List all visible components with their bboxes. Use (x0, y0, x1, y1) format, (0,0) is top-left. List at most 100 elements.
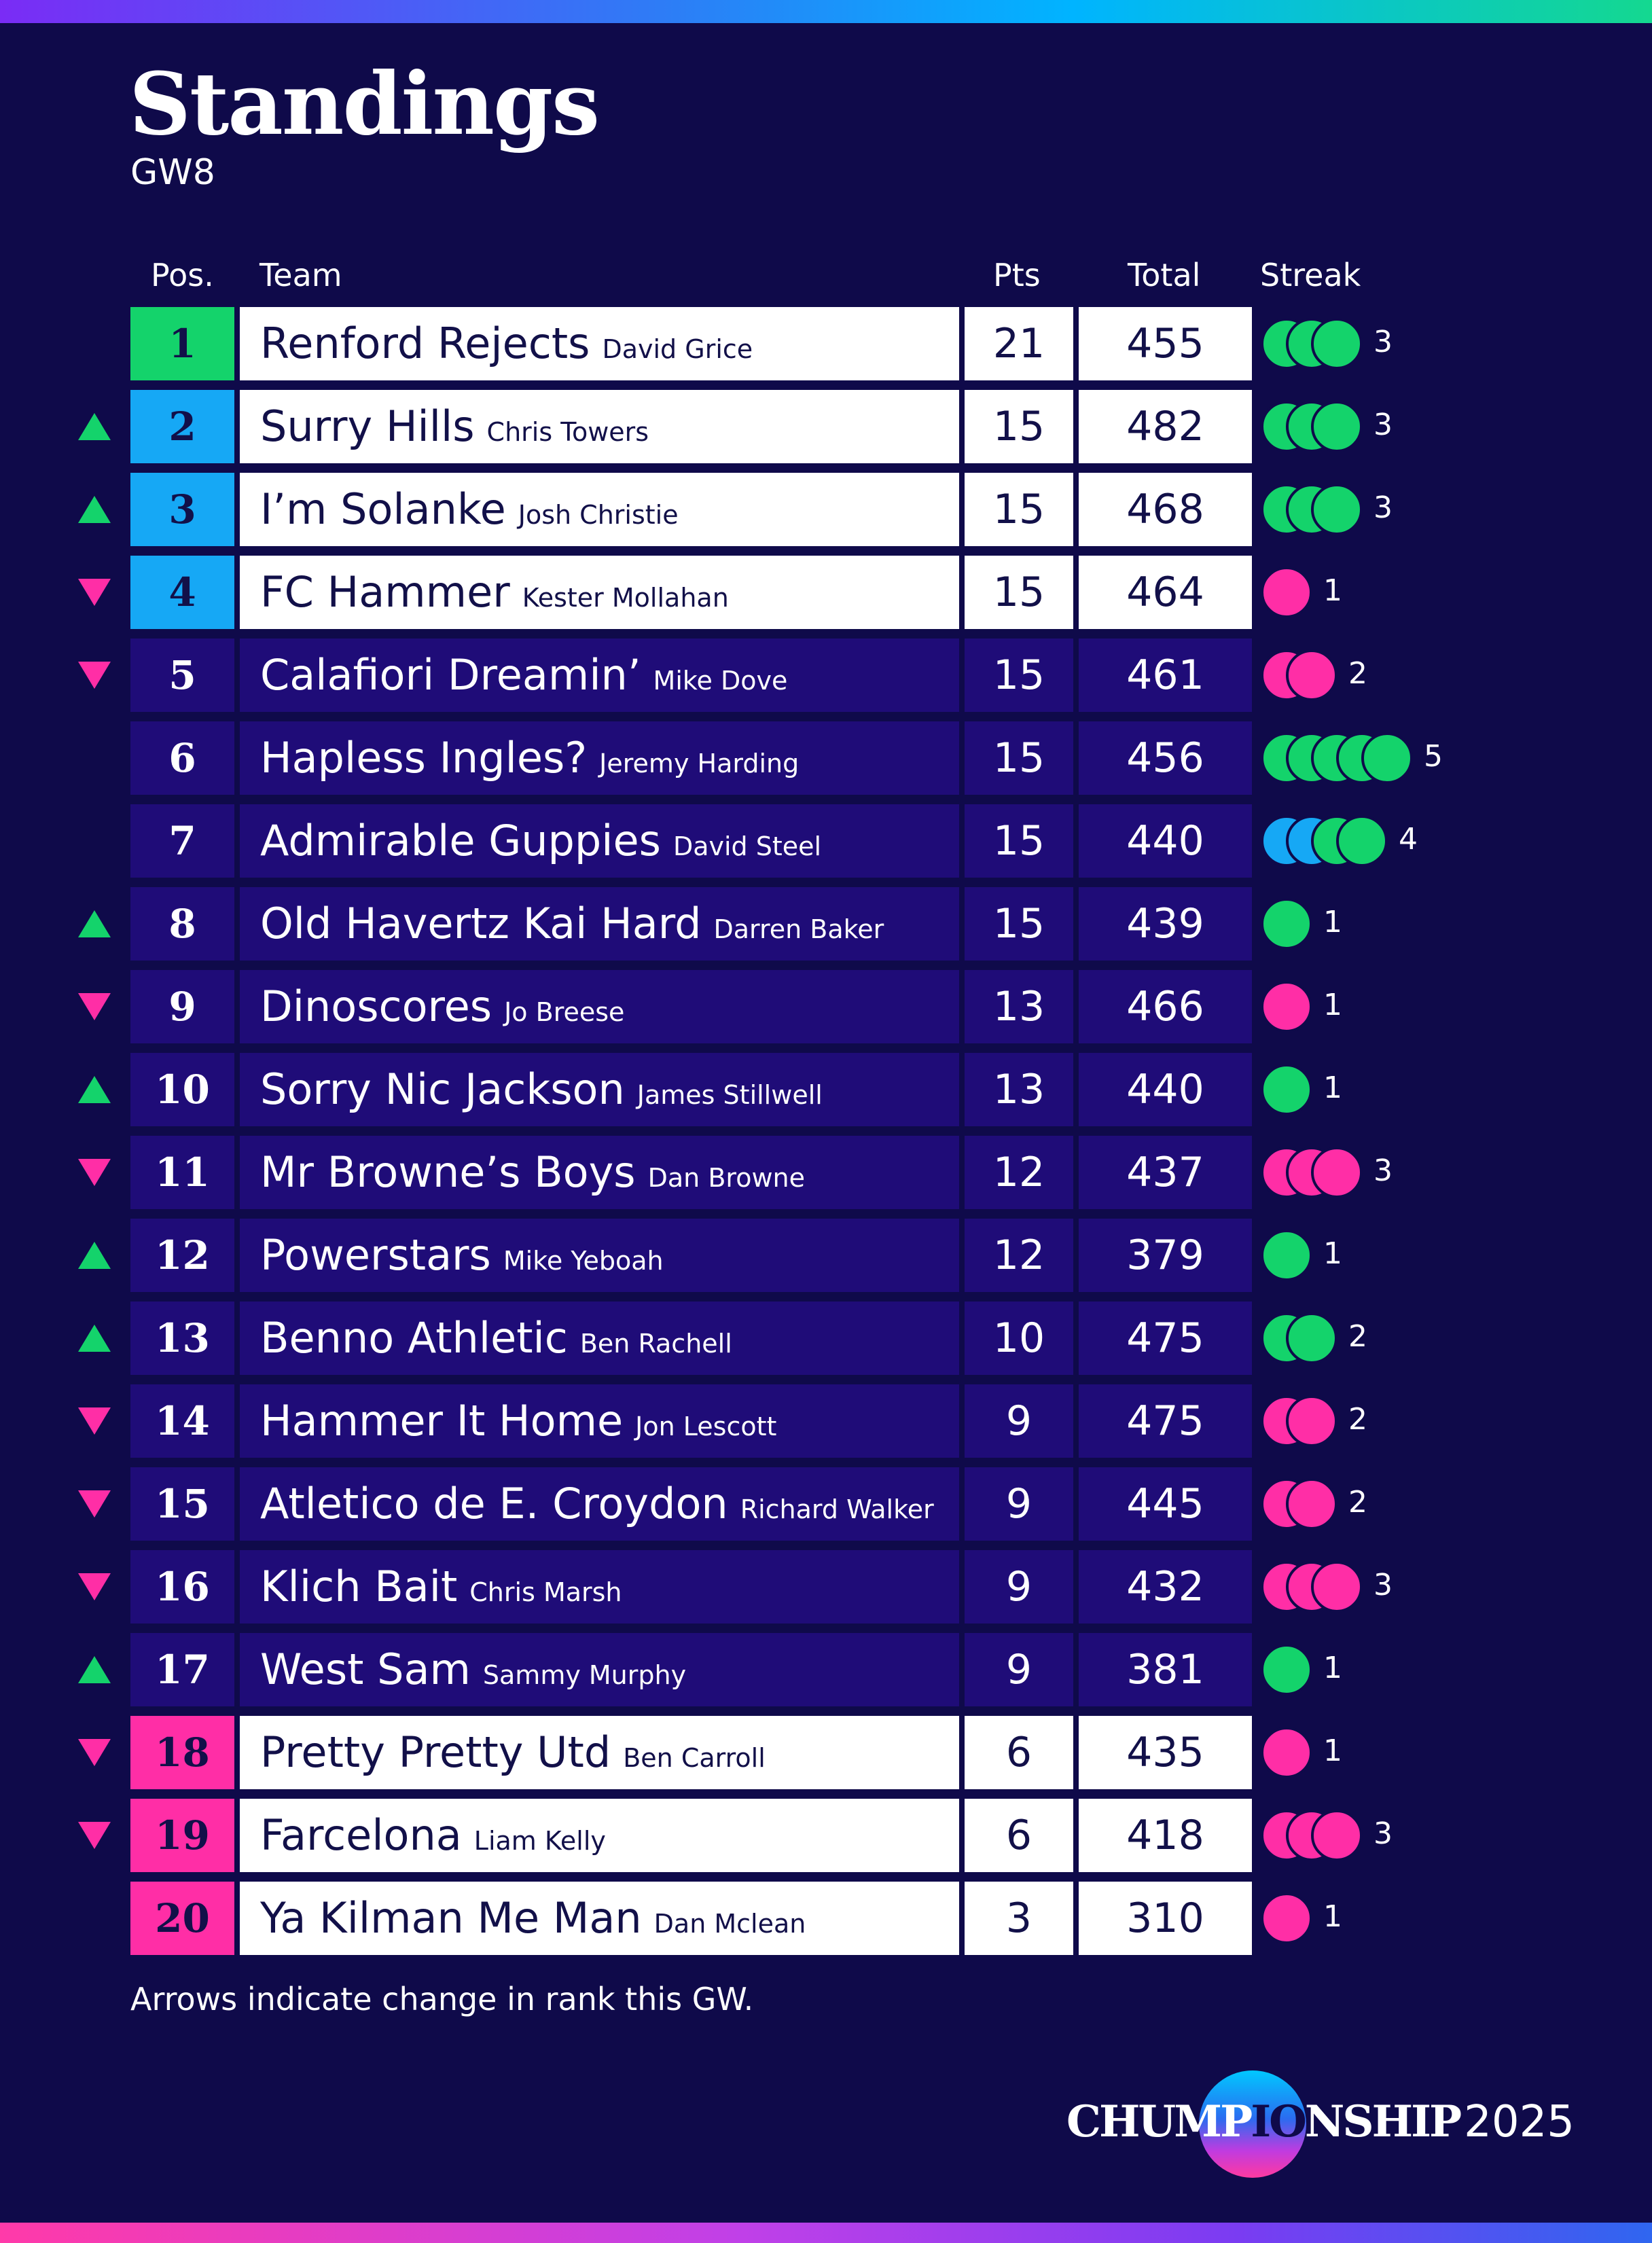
points-cell: 15 (965, 473, 1073, 546)
streak-count: 3 (1373, 1568, 1393, 1602)
team-name: Benno Athletic (260, 1313, 568, 1363)
total-cell: 379 (1079, 1219, 1252, 1292)
streak-count: 1 (1323, 1899, 1342, 1934)
streak-indicator: 3 (1261, 1799, 1505, 1872)
position-cell: 10 (130, 1053, 234, 1126)
team-cell: Pretty Pretty Utd Ben Carroll (240, 1716, 959, 1789)
streak-circles (1261, 1727, 1312, 1778)
manager-name: Jeremy Harding (599, 749, 800, 778)
manager-name: Kester Mollahan (522, 583, 729, 613)
streak-count: 1 (1323, 1651, 1342, 1685)
position-cell: 17 (130, 1633, 234, 1706)
streak-count: 2 (1348, 656, 1367, 691)
streak-indicator: 2 (1261, 1384, 1505, 1458)
manager-name: Sammy Murphy (482, 1660, 687, 1690)
position-cell: 1 (130, 307, 234, 380)
table-row: 19 Farcelona Liam Kelly 6 418 3 (0, 1799, 1652, 1872)
streak-circles (1261, 1395, 1337, 1447)
team-name: Ya Kilman Me Man (260, 1893, 642, 1943)
manager-name: Jo Breese (504, 997, 625, 1027)
team-name: Admirable Guppies (260, 816, 661, 865)
streak-circles (1261, 1478, 1337, 1530)
logo-text-pre: CHUMP (1066, 2096, 1253, 2147)
points-cell: 15 (965, 556, 1073, 629)
rank-down-arrow-icon (77, 992, 112, 1022)
table-row: 4 FC Hammer Kester Mollahan 15 464 1 (0, 556, 1652, 629)
table-row: 3 I’m Solanke Josh Christie 15 468 3 (0, 473, 1652, 546)
team-cell: Dinoscores Jo Breese (240, 970, 959, 1043)
table-row: 16 Klich Bait Chris Marsh 9 432 3 (0, 1550, 1652, 1623)
streak-circles (1261, 1561, 1363, 1613)
rank-down-arrow-icon (77, 1489, 112, 1519)
streak-result-loss-icon (1261, 1727, 1312, 1778)
table-row: 6 Hapless Ingles? Jeremy Harding 15 456 5 (0, 721, 1652, 795)
manager-name: Jon Lescott (635, 1412, 777, 1441)
team-cell: Farcelona Liam Kelly (240, 1799, 959, 1872)
position-cell: 4 (130, 556, 234, 629)
position-cell: 8 (130, 887, 234, 961)
streak-count: 1 (1323, 905, 1342, 939)
streak-count: 1 (1323, 1236, 1342, 1271)
streak-result-win-icon (1261, 1064, 1312, 1115)
total-cell: 455 (1079, 307, 1252, 380)
streak-indicator: 5 (1261, 721, 1505, 795)
total-cell: 475 (1079, 1384, 1252, 1458)
points-cell: 9 (965, 1633, 1073, 1706)
table-row: 7 Admirable Guppies David Steel 15 440 4 (0, 804, 1652, 878)
streak-circles (1261, 567, 1312, 618)
table-row: 11 Mr Browne’s Boys Dan Browne 12 437 3 (0, 1136, 1652, 1209)
rank-up-arrow-icon (77, 1075, 112, 1105)
table-row: 12 Powerstars Mike Yeboah 12 379 1 (0, 1219, 1652, 1292)
total-cell: 445 (1079, 1467, 1252, 1541)
points-cell: 9 (965, 1550, 1073, 1623)
column-header-pos: Pos. (151, 257, 214, 293)
total-cell: 475 (1079, 1302, 1252, 1375)
team-name: Dinoscores (260, 982, 492, 1031)
rank-down-arrow-icon (77, 1158, 112, 1187)
points-cell: 6 (965, 1799, 1073, 1872)
streak-count: 3 (1373, 1153, 1393, 1188)
streak-indicator: 1 (1261, 970, 1505, 1043)
total-cell: 418 (1079, 1799, 1252, 1872)
rank-up-arrow-icon (77, 1240, 112, 1270)
total-cell: 461 (1079, 639, 1252, 712)
position-cell: 16 (130, 1550, 234, 1623)
streak-count: 1 (1323, 988, 1342, 1022)
table-row: 15 Atletico de E. Croydon Richard Walker 9 4… (0, 1467, 1652, 1541)
streak-result-loss-icon (1286, 1395, 1337, 1447)
streak-result-win-icon (1311, 318, 1363, 370)
streak-indicator: 1 (1261, 1882, 1505, 1955)
team-name: West Sam (260, 1645, 471, 1694)
points-cell: 12 (965, 1219, 1073, 1292)
team-name: FC Hammer (260, 567, 510, 617)
streak-result-loss-icon (1261, 981, 1312, 1033)
team-cell: Hapless Ingles? Jeremy Harding (240, 721, 959, 795)
points-cell: 21 (965, 307, 1073, 380)
manager-name: Dan Browne (647, 1163, 805, 1193)
gameweek-label: GW8 (130, 152, 215, 193)
manager-name: Ben Rachell (579, 1329, 732, 1359)
team-name: I’m Solanke (260, 484, 506, 534)
streak-indicator: 1 (1261, 1633, 1505, 1706)
streak-indicator: 1 (1261, 556, 1505, 629)
streak-count: 1 (1323, 573, 1342, 608)
rank-down-arrow-icon (77, 1406, 112, 1436)
streak-circles (1261, 732, 1413, 784)
streak-count: 5 (1424, 739, 1443, 774)
streak-result-loss-icon (1311, 1810, 1363, 1861)
streak-result-win-icon (1311, 401, 1363, 452)
table-row: 1 Renford Rejects David Grice 21 455 3 (0, 307, 1652, 380)
points-cell: 15 (965, 887, 1073, 961)
points-cell: 15 (965, 804, 1073, 878)
table-row: 14 Hammer It Home Jon Lescott 9 475 2 (0, 1384, 1652, 1458)
total-cell: 456 (1079, 721, 1252, 795)
total-cell: 435 (1079, 1716, 1252, 1789)
team-cell: Atletico de E. Croydon Richard Walker (240, 1467, 959, 1541)
streak-result-win-icon (1311, 484, 1363, 535)
manager-name: Darren Baker (713, 914, 884, 944)
points-cell: 15 (965, 390, 1073, 463)
team-name: Klich Bait (260, 1562, 458, 1611)
streak-circles (1261, 1147, 1363, 1198)
streak-result-win-icon (1286, 1312, 1337, 1364)
manager-name: David Grice (602, 334, 753, 364)
